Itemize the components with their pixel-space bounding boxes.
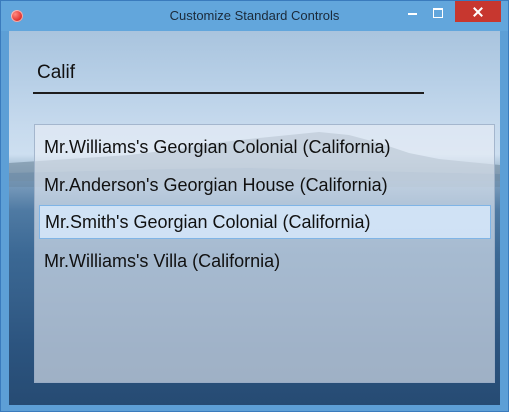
close-button[interactable] [455, 1, 501, 22]
client-area: Calif Mr.Williams's Georgian Colonial (C… [9, 31, 500, 405]
title-bar[interactable]: Customize Standard Controls [1, 1, 508, 31]
search-input[interactable]: Calif [37, 62, 75, 84]
list-item-selected[interactable]: Mr.Smith's Georgian Colonial (California… [39, 205, 491, 239]
search-underline [33, 92, 424, 94]
maximize-button[interactable] [428, 5, 448, 23]
list-item[interactable]: Mr.Williams's Villa (California) [39, 245, 491, 279]
minimize-button[interactable] [403, 5, 423, 23]
results-listbox[interactable]: Mr.Williams's Georgian Colonial (Califor… [34, 124, 495, 383]
list-item[interactable]: Mr.Williams's Georgian Colonial (Califor… [39, 131, 491, 165]
app-window: Customize Standard Controls Calif Mr.Wil… [0, 0, 509, 412]
list-item[interactable]: Mr.Anderson's Georgian House (California… [39, 169, 491, 203]
